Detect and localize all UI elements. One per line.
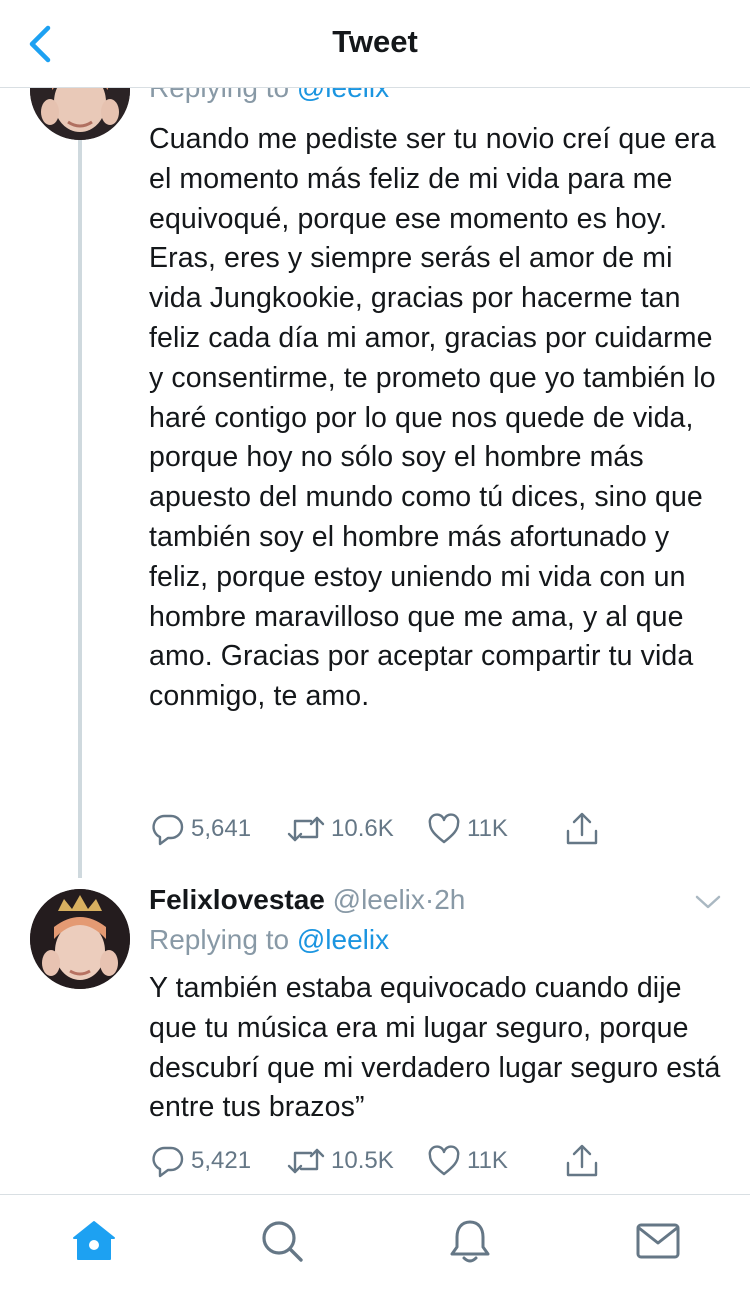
home-icon — [73, 1221, 115, 1260]
tweet-text: Cuando me pediste ser tu novio creí que … — [149, 120, 729, 717]
tab-home[interactable] — [70, 1217, 118, 1265]
tweet-paragraph: Cuando me pediste ser tu novio creí que … — [149, 123, 716, 235]
avatar[interactable] — [30, 889, 130, 989]
tweet-options-button[interactable] — [692, 888, 724, 916]
thread-connector-line — [78, 138, 82, 878]
share-icon — [566, 1144, 598, 1177]
replying-to: Replying to @leelix — [149, 88, 389, 104]
share-button[interactable] — [565, 1141, 599, 1181]
meta-separator: · — [424, 884, 435, 915]
retweet-icon — [287, 1148, 325, 1174]
tweet-text: Y también estaba equivocado cuando dije … — [149, 969, 729, 1128]
replying-to-label: Replying to — [149, 924, 290, 955]
like-button[interactable]: 11K — [427, 809, 508, 849]
reply-count: 5,421 — [191, 1147, 252, 1174]
retweet-count: 10.6K — [331, 815, 394, 842]
reply-button[interactable]: 5,641 — [151, 809, 251, 849]
avatar-image — [30, 889, 130, 989]
bell-icon — [450, 1220, 490, 1263]
avatar-image — [30, 88, 130, 140]
tweet-paragraph: Eras, eres y siempre serás el amor de mi… — [149, 242, 716, 713]
reply-bubble-icon — [152, 814, 184, 846]
avatar[interactable] — [30, 88, 130, 140]
replying-to-handle[interactable]: @leelix — [297, 924, 389, 955]
tweet-timestamp: 2h — [434, 884, 466, 915]
like-count: 11K — [467, 1147, 508, 1174]
reply-bubble-icon — [152, 1146, 184, 1178]
tweet-actions: 5,641 10.6K 11K — [149, 809, 619, 849]
tweet-paragraph: Y también estaba equivocado cuando dije … — [149, 972, 721, 1124]
tweet-author-row: Felixlovestae @leelix·2h — [149, 884, 465, 916]
page-title: Tweet — [332, 24, 418, 59]
display-name[interactable]: Felixlovestae — [149, 884, 325, 915]
envelope-icon — [636, 1223, 680, 1259]
tweet-actions: 5,421 10.5K 11K — [149, 1141, 619, 1181]
replying-to-label: Replying to — [149, 88, 289, 103]
bottom-tab-bar — [0, 1194, 750, 1294]
tab-search[interactable] — [258, 1217, 306, 1265]
tab-notifications[interactable] — [446, 1217, 494, 1265]
heart-icon — [428, 813, 460, 844]
tab-messages[interactable] — [634, 1217, 682, 1265]
author-handle[interactable]: @leelix — [333, 884, 425, 915]
retweet-button[interactable]: 10.6K — [287, 809, 394, 849]
tweet-thread[interactable]: Replying to @leelix Cuando me pediste se… — [0, 88, 750, 1194]
chevron-down-icon — [695, 895, 721, 909]
retweet-button[interactable]: 10.5K — [287, 1141, 394, 1181]
replying-to-handle[interactable]: @leelix — [297, 88, 389, 103]
retweet-icon — [287, 816, 325, 842]
like-count: 11K — [467, 815, 508, 842]
retweet-count: 10.5K — [331, 1147, 394, 1174]
heart-icon — [428, 1145, 460, 1176]
share-button[interactable] — [565, 809, 599, 849]
like-button[interactable]: 11K — [427, 1141, 508, 1181]
reply-button[interactable]: 5,421 — [151, 1141, 251, 1181]
top-navigation-bar: Tweet — [0, 0, 750, 88]
share-icon — [566, 812, 598, 845]
replying-to: Replying to @leelix — [149, 924, 389, 956]
reply-count: 5,641 — [191, 815, 252, 842]
search-icon — [262, 1221, 303, 1262]
